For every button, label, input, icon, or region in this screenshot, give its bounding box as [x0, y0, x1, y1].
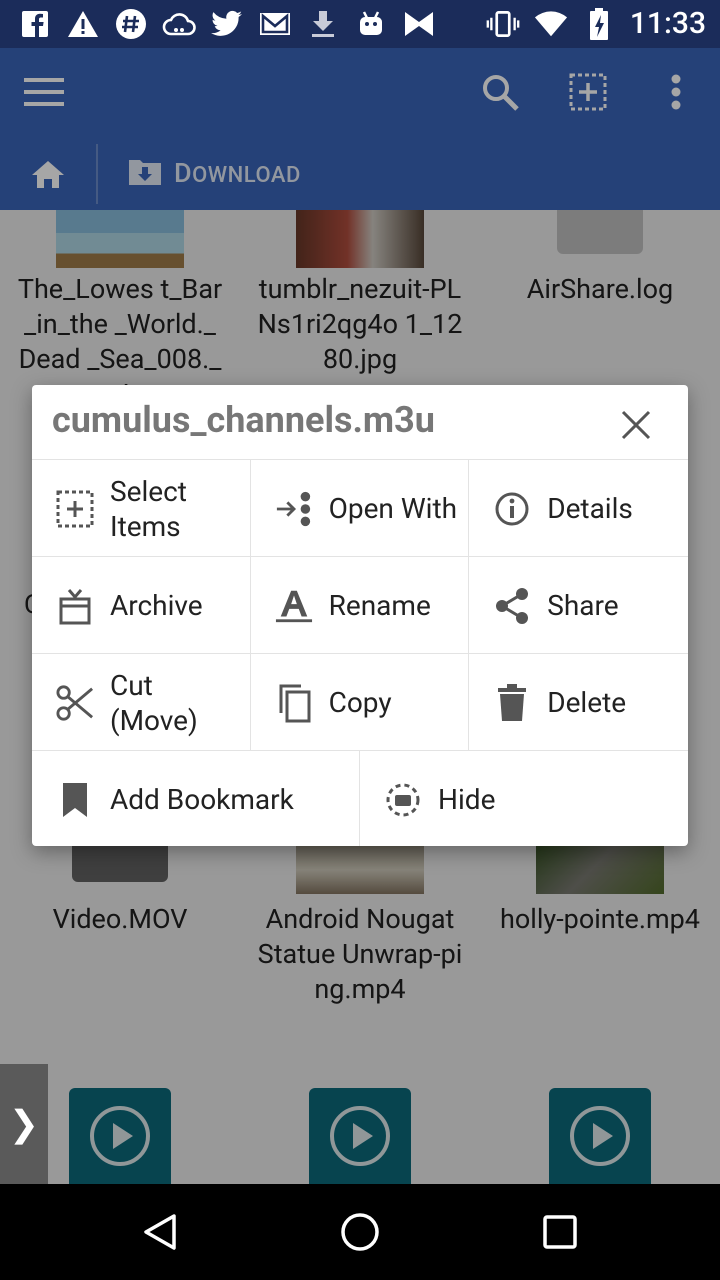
warning-icon	[66, 8, 100, 40]
recents-icon[interactable]	[536, 1208, 584, 1256]
bowtie-icon	[402, 8, 436, 40]
hide-button[interactable]: Hide	[360, 751, 688, 846]
select-items-button[interactable]: Select Items	[32, 460, 251, 557]
action-row: Select Items Open With Details	[32, 459, 688, 557]
twitter-icon	[210, 8, 244, 40]
system-icons: 11:33	[486, 6, 706, 42]
status-bar: 11:33	[0, 0, 720, 48]
hide-icon	[384, 781, 422, 819]
notification-icons	[18, 8, 436, 40]
download-icon	[306, 8, 340, 40]
action-row: Cut (Move) Copy Delete	[32, 653, 688, 751]
action-row: Archive Rename Share	[32, 556, 688, 654]
copy-icon	[275, 684, 313, 723]
battery-icon	[582, 8, 616, 40]
add-bookmark-button[interactable]: Add Bookmark	[32, 751, 360, 846]
details-button[interactable]: Details	[469, 460, 688, 557]
archive-button[interactable]: Archive	[32, 557, 251, 654]
close-icon[interactable]	[614, 403, 658, 447]
gmail-icon	[258, 8, 292, 40]
action-label: Rename	[328, 589, 431, 622]
action-label: Share	[547, 589, 619, 622]
rename-button[interactable]: Rename	[251, 557, 470, 654]
action-row: Add Bookmark Hide	[32, 750, 688, 846]
open-with-button[interactable]: Open With	[251, 460, 470, 557]
action-label: Open With	[328, 492, 458, 525]
home-nav-icon[interactable]	[336, 1208, 384, 1256]
side-panel-handle[interactable]: ❯	[0, 1064, 48, 1184]
hashtag-icon	[114, 8, 148, 40]
info-icon	[493, 490, 531, 528]
action-label: Cut (Move)	[110, 668, 198, 737]
action-label: Details	[547, 492, 633, 525]
cut-move-button[interactable]: Cut (Move)	[32, 654, 251, 751]
action-label: Copy	[328, 686, 392, 719]
action-label: Hide	[438, 783, 496, 816]
action-label: Archive	[110, 589, 203, 622]
app-bar: Download	[0, 48, 720, 210]
navigation-bar	[0, 1184, 720, 1280]
copy-button[interactable]: Copy	[251, 654, 470, 751]
archive-icon	[56, 587, 94, 625]
vibrate-icon	[486, 8, 520, 40]
android-icon	[354, 8, 388, 40]
clock: 11:33	[629, 6, 706, 41]
open-with-icon	[275, 490, 313, 528]
rename-icon	[275, 587, 313, 625]
wifi-icon	[534, 8, 568, 40]
bookmark-icon	[56, 781, 94, 819]
scissors-icon	[56, 684, 94, 722]
facebook-icon	[18, 8, 52, 40]
action-label: Select Items	[110, 474, 187, 543]
cloud-icon	[162, 8, 196, 40]
action-label: Delete	[547, 686, 627, 719]
appbar-scrim	[0, 48, 720, 210]
select-items-icon	[56, 490, 94, 528]
share-button[interactable]: Share	[469, 557, 688, 654]
delete-button[interactable]: Delete	[469, 654, 688, 751]
trash-icon	[493, 684, 531, 722]
action-label: Add Bookmark	[110, 783, 294, 816]
file-actions-dialog: cumulus_channels.m3u Select Items Open W…	[32, 385, 688, 846]
back-icon[interactable]	[136, 1208, 184, 1256]
dialog-title: cumulus_channels.m3u	[52, 399, 435, 441]
share-icon	[493, 587, 531, 625]
